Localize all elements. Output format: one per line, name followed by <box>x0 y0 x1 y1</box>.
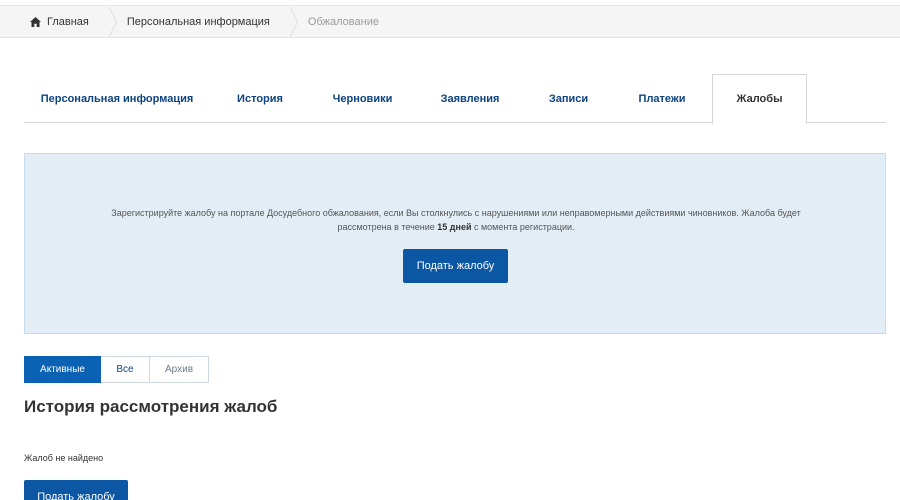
filter-all[interactable]: Все <box>101 356 150 383</box>
submit-complaint-bottom-button[interactable]: Подать жалобу <box>24 480 128 500</box>
tab-applications[interactable]: Заявления <box>415 74 525 123</box>
breadcrumb-home[interactable]: Главная <box>0 6 117 38</box>
complaint-info-text: Зарегистрируйте жалобу на портале Досуде… <box>85 206 827 234</box>
breadcrumb-current: Обжалование <box>307 15 379 28</box>
breadcrumb-separator <box>107 6 117 38</box>
tab-drafts[interactable]: Черновики <box>310 74 415 123</box>
home-icon <box>30 16 41 27</box>
empty-state-text: Жалоб не найдено <box>24 453 104 463</box>
tab-personal-info[interactable]: Персональная информация <box>24 74 210 123</box>
breadcrumb-separator <box>288 6 298 38</box>
breadcrumb: Главная Персональная информация Обжалова… <box>0 6 900 38</box>
breadcrumb-personal-info-label: Персональная информация <box>126 15 270 28</box>
tab-payments[interactable]: Платежи <box>612 74 712 123</box>
tab-complaints[interactable]: Жалобы <box>712 74 807 124</box>
profile-tabs: Персональная информация История Черновик… <box>24 74 886 124</box>
submit-complaint-button[interactable]: Подать жалобу <box>403 249 508 283</box>
section-title: История рассмотрения жалоб <box>24 397 278 416</box>
tab-history[interactable]: История <box>210 74 310 123</box>
filter-active[interactable]: Активные <box>24 356 101 383</box>
breadcrumb-personal-info[interactable]: Персональная информация <box>109 6 298 38</box>
breadcrumb-home-label: Главная <box>47 15 89 28</box>
tab-appointments[interactable]: Записи <box>525 74 612 123</box>
info-text-after: с момента регистрации. <box>471 222 575 232</box>
filter-archive[interactable]: Архив <box>150 356 209 383</box>
complaint-info-panel: Зарегистрируйте жалобу на портале Досуде… <box>24 153 886 334</box>
complaint-filter-group: Активные Все Архив <box>24 356 209 383</box>
info-text-days: 15 дней <box>437 222 472 232</box>
